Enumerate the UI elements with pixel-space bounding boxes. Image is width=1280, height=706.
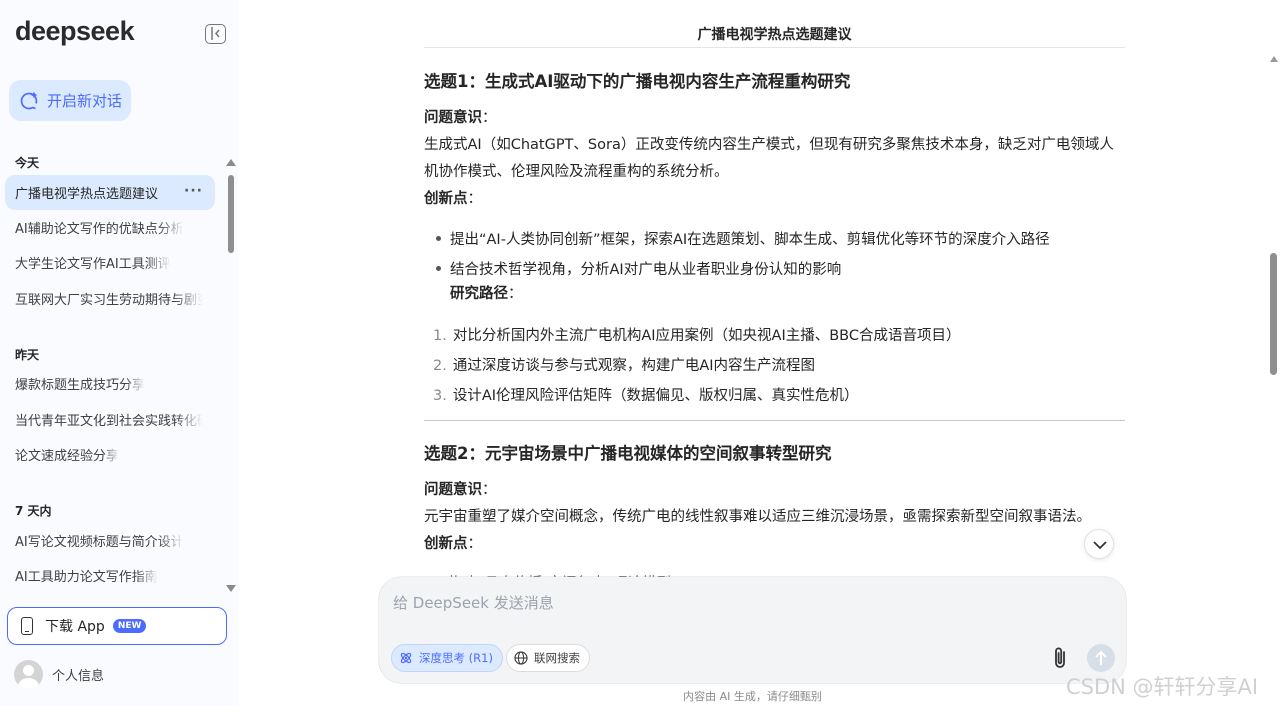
sidebar-item-label: 广播电视学热点选题建议	[15, 187, 159, 202]
sidebar-scroll-up-arrow[interactable]	[226, 159, 236, 166]
paperclip-icon[interactable]	[1052, 646, 1070, 674]
arrow-up-icon	[1095, 650, 1107, 665]
sidebar-item-label: 互联网大厂实习生劳动期待与剧变	[15, 293, 203, 308]
topic1-problem: 问题意识： 生成式AI（如ChatGPT、Sora）正改变传统内容生产模式，但现…	[424, 105, 1125, 213]
sidebar-item-label: 论文速成经验分享	[15, 449, 120, 464]
list-item: 结合技术哲学视角，分析AI对广电从业者职业身份认知的影响	[436, 258, 841, 279]
phone-icon	[21, 617, 33, 635]
list-number: 1.	[433, 328, 447, 344]
sidebar-item-label: AI辅助论文写作的优缺点分析	[15, 222, 184, 237]
innovation-label: 创新点	[424, 191, 468, 207]
path-label-line: 研究路径：	[450, 281, 1050, 308]
deep-think-toggle[interactable]: 深度思考 (R1)	[391, 644, 503, 672]
list-text: 对比分析国内外主流广电机构AI应用案例（如央视AI主播、BBC合成语音项目）	[452, 328, 961, 344]
sidebar-item-label: 爆款标题生成技巧分享	[15, 378, 146, 393]
sidebar-item-label: 大学生论文写作AI工具测评	[15, 257, 171, 272]
sidebar-scrollbar[interactable]	[228, 175, 234, 253]
more-options-icon[interactable]: ···	[184, 183, 203, 199]
profile-button[interactable]: 个人信息	[14, 660, 104, 689]
group-title-today: 今天	[15, 156, 40, 170]
sidebar-scroll-down-arrow[interactable]	[226, 585, 236, 592]
sidebar-item-active[interactable]: 广播电视学热点选题建议 ···	[5, 175, 215, 210]
send-button[interactable]	[1087, 644, 1115, 672]
download-app-label: 下载 App	[45, 619, 105, 635]
sidebar-item-label: AI工具助力论文写作指南	[15, 570, 158, 585]
web-search-toggle[interactable]: 联网搜索	[506, 644, 590, 672]
new-badge: NEW	[112, 619, 147, 633]
problem-text: 元宇宙重塑了媒介空间概念，传统广电的线性叙事难以适应三维沉浸场景，亟需探索新型空…	[424, 509, 1091, 525]
ai-disclaimer: 内容由 AI 生成，请仔细甄别	[683, 690, 822, 703]
section-divider	[424, 420, 1125, 421]
list-text: 通过深度访谈与参与式观察，构建广电AI内容生产流程图	[452, 358, 816, 374]
message-input-placeholder[interactable]: 给 DeepSeek 发送消息	[393, 592, 554, 613]
sidebar-item[interactable]: 论文速成经验分享	[5, 437, 215, 472]
problem-label: 问题意识	[424, 110, 482, 126]
path-label: 研究路径	[450, 286, 508, 302]
list-number: 2.	[433, 358, 447, 374]
conversation-title: 广播电视学热点选题建议	[697, 27, 852, 43]
bullet-text: 结合技术哲学视角，分析AI对广电从业者职业身份认知的影响	[450, 262, 842, 278]
colon: ：	[508, 286, 523, 302]
list-item: 3. 设计AI伦理风险评估矩阵（数据偏见、版权归属、真实性危机）	[433, 384, 859, 405]
sidebar-item[interactable]: 大学生论文写作AI工具测评	[5, 245, 215, 280]
new-chat-icon	[20, 92, 38, 110]
problem-label: 问题意识	[424, 482, 482, 498]
title-divider	[424, 47, 1125, 48]
list-item: 2. 通过深度访谈与参与式观察，构建广电AI内容生产流程图	[433, 354, 815, 375]
collapse-sidebar-icon[interactable]	[205, 24, 226, 44]
message-composer[interactable]: 给 DeepSeek 发送消息 深度思考 (R1) 联网搜索	[379, 577, 1126, 683]
scroll-to-bottom-button[interactable]	[1084, 529, 1114, 559]
chevron-down-icon	[1093, 541, 1107, 550]
topic1-heading: 选题1：生成式AI驱动下的广播电视内容生产流程重构研究	[424, 72, 851, 91]
topic2-heading: 选题2：元宇宙场景中广播电视媒体的空间叙事转型研究	[424, 444, 832, 463]
profile-label: 个人信息	[52, 669, 105, 684]
sidebar-item[interactable]: 爆款标题生成技巧分享	[5, 366, 215, 401]
innovation-label: 创新点	[424, 536, 468, 552]
problem-text: 生成式AI（如ChatGPT、Sora）正改变传统内容生产模式，但现有研究多聚焦…	[424, 137, 1114, 180]
list-text: 设计AI伦理风险评估矩阵（数据偏见、版权归属、真实性危机）	[452, 388, 859, 404]
colon: ：	[467, 191, 483, 207]
sidebar-item-label: 当代青年亚文化到社会实践转化研究	[15, 414, 203, 429]
avatar	[14, 660, 43, 689]
group-title-yesterday: 昨天	[15, 348, 40, 362]
colon: ：	[482, 110, 497, 126]
new-chat-button[interactable]: 开启新对话	[9, 80, 131, 121]
sidebar-item[interactable]: AI写论文视频标题与简介设计	[5, 523, 215, 558]
bullet-text: 提出“AI-人类协同创新”框架，探索AI在选题策划、脚本生成、剪辑优化等环节的深…	[450, 232, 1050, 248]
sidebar-item-label: AI写论文视频标题与简介设计	[15, 535, 184, 550]
deep-think-label: 深度思考 (R1)	[419, 651, 493, 665]
main-scrollbar[interactable]	[1270, 253, 1277, 375]
list-item: 提出“AI-人类协同创新”框架，探索AI在选题策划、脚本生成、剪辑优化等环节的深…	[436, 228, 1050, 249]
group-title-7days: 7 天内	[15, 504, 52, 518]
sidebar-item[interactable]: AI辅助论文写作的优缺点分析	[5, 210, 215, 245]
web-search-label: 联网搜索	[534, 651, 580, 665]
download-app-button[interactable]: 下载 App NEW	[7, 607, 227, 645]
watermark: CSDN @轩轩分享AI	[1066, 675, 1259, 699]
colon: ：	[482, 482, 497, 498]
new-chat-label: 开启新对话	[47, 92, 123, 110]
list-item: 1. 对比分析国内外主流广电机构AI应用案例（如央视AI主播、BBC合成语音项目）	[433, 324, 961, 345]
main-scroll-up-arrow[interactable]	[1270, 56, 1278, 62]
sidebar: deepseek 开启新对话 今天 广播电视学热点选题建议 ··· AI辅助论文…	[0, 0, 238, 706]
atom-icon	[400, 652, 412, 664]
topic2-problem: 问题意识： 元宇宙重塑了媒介空间概念，传统广电的线性叙事难以适应三维沉浸场景，亟…	[424, 477, 1125, 558]
sidebar-item[interactable]: AI工具助力论文写作指南	[5, 558, 215, 593]
deepseek-logo: deepseek	[15, 16, 135, 46]
sidebar-item[interactable]: 互联网大厂实习生劳动期待与剧变	[5, 281, 215, 316]
globe-icon	[514, 651, 528, 665]
sidebar-item[interactable]: 当代青年亚文化到社会实践转化研究	[5, 402, 215, 437]
colon: ：	[467, 536, 483, 552]
list-number: 3.	[433, 388, 447, 404]
